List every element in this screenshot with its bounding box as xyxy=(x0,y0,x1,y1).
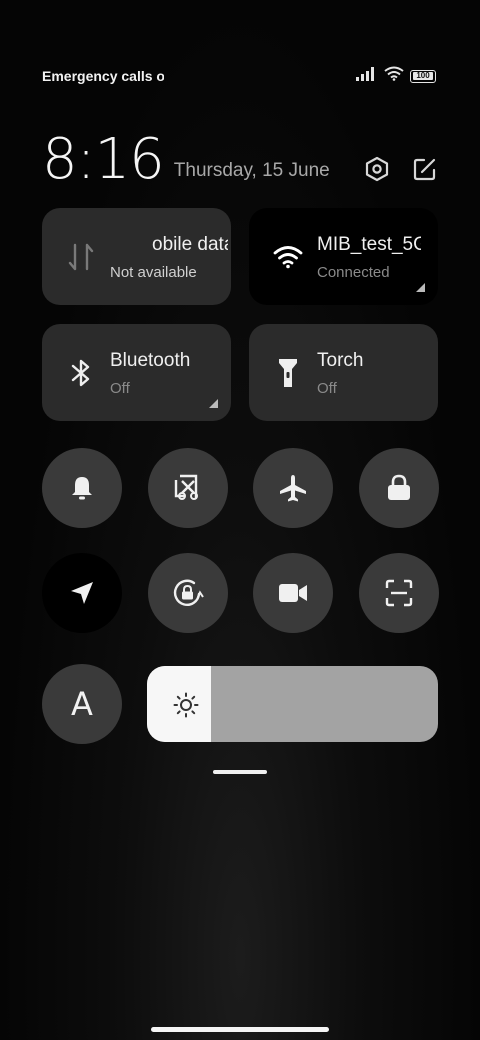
signal-icon xyxy=(356,66,378,86)
video-camera-icon xyxy=(279,584,307,602)
hexagon-settings-icon xyxy=(365,156,389,182)
header: 8:16 Thursday, 15 June xyxy=(42,118,438,188)
carrier-text: Emergency calls o xyxy=(42,68,164,84)
auto-brightness-label: A xyxy=(71,685,93,723)
airplane-toggle[interactable] xyxy=(253,448,333,528)
edit-icon xyxy=(413,158,436,181)
wifi-icon xyxy=(273,242,303,272)
wifi-network-name: MIB_test_5G xyxy=(317,234,421,255)
rotation-lock-toggle[interactable] xyxy=(148,553,228,633)
home-indicator[interactable] xyxy=(151,1027,329,1032)
status-icons: 100 xyxy=(356,66,436,86)
mobile-data-title: obile data xyxy=(152,234,228,255)
airplane-icon xyxy=(280,475,306,502)
mobile-data-tile[interactable]: obile data Not available xyxy=(42,208,231,305)
wifi-tile[interactable]: MIB_test_5G Connected xyxy=(249,208,438,305)
screen-recorder-toggle[interactable] xyxy=(253,553,333,633)
bluetooth-title: Bluetooth xyxy=(110,350,191,371)
battery-level: 100 xyxy=(413,72,433,80)
mobile-data-subtitle: Not available xyxy=(110,264,197,281)
screenshot-icon xyxy=(174,474,198,500)
torch-title: Torch xyxy=(317,350,364,371)
bell-icon xyxy=(72,477,92,500)
panel-handle[interactable] xyxy=(213,770,267,774)
expand-corner-icon[interactable] xyxy=(209,399,218,408)
lock-toggle[interactable] xyxy=(359,448,439,528)
bluetooth-status: Off xyxy=(110,380,130,397)
mobile-data-icon xyxy=(66,242,96,272)
lock-icon xyxy=(388,474,410,500)
torch-tile[interactable]: Torch Off xyxy=(249,324,438,421)
battery-icon: 100 xyxy=(410,69,436,83)
torch-icon xyxy=(273,358,303,388)
status-bar: Emergency calls o 100 xyxy=(42,66,436,86)
date: Thursday, 15 June xyxy=(173,160,330,181)
location-toggle[interactable] xyxy=(42,553,122,633)
torch-status: Off xyxy=(317,380,337,397)
location-icon xyxy=(71,582,93,604)
bluetooth-tile[interactable]: Bluetooth Off xyxy=(42,324,231,421)
edit-button[interactable] xyxy=(412,156,438,182)
wifi-status-icon xyxy=(384,66,404,86)
brightness-icon xyxy=(173,692,199,718)
scanner-toggle[interactable] xyxy=(359,553,439,633)
clock: 8:16 xyxy=(42,127,165,192)
rotation-lock-icon xyxy=(173,579,204,606)
ring-toggle[interactable] xyxy=(42,448,122,528)
auto-brightness-button[interactable]: A xyxy=(42,664,122,744)
brightness-slider[interactable] xyxy=(147,666,438,742)
wifi-status: Connected xyxy=(317,264,390,281)
settings-button[interactable] xyxy=(364,156,390,182)
control-center: Emergency calls o 100 8:16 Thursday, 15 … xyxy=(0,0,480,1040)
scan-icon xyxy=(385,579,413,607)
screenshot-toggle[interactable] xyxy=(148,448,228,528)
expand-corner-icon[interactable] xyxy=(416,283,425,292)
header-actions xyxy=(364,156,438,182)
bluetooth-icon xyxy=(66,358,96,388)
